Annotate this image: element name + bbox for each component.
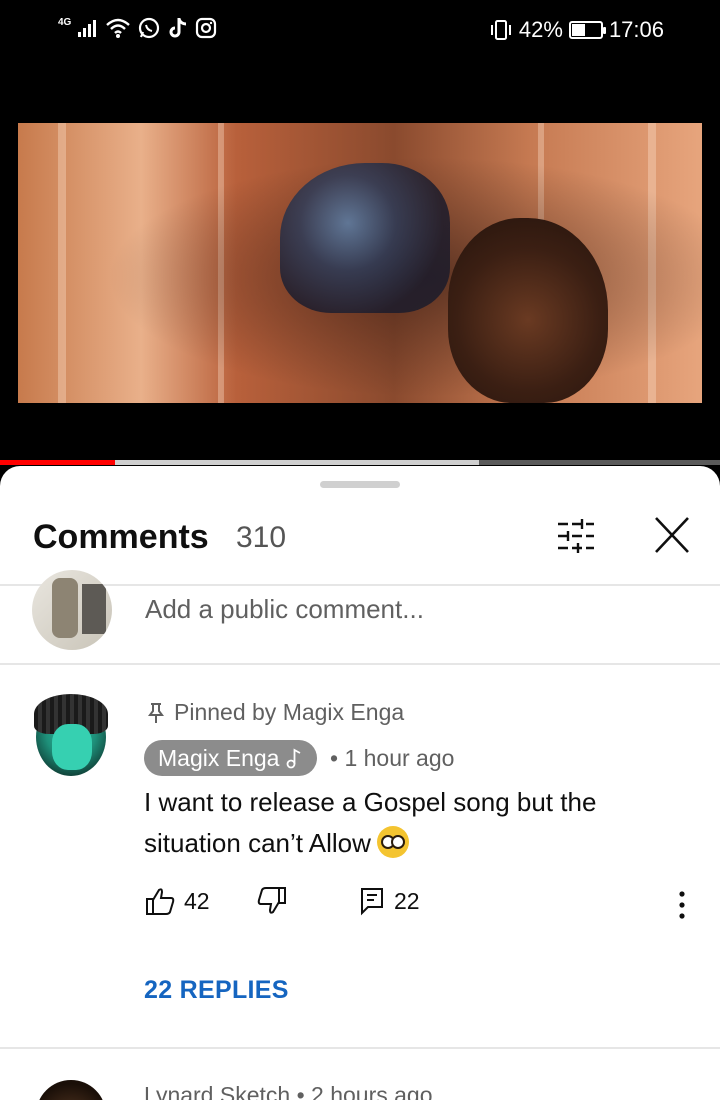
- divider: [0, 584, 720, 586]
- current-user-avatar: [32, 570, 112, 650]
- sort-filter-button[interactable]: [552, 516, 600, 556]
- thumbs-down-icon: [257, 887, 286, 914]
- comment-meta: Lynard Sketch • 2 hours ago: [144, 1082, 433, 1100]
- network-type: 4G: [58, 16, 72, 28]
- comment-author-avatar[interactable]: [34, 694, 108, 776]
- video-frame-figure: [280, 163, 450, 313]
- pin-icon: [148, 702, 164, 723]
- comment-text: I want to release a Gospel song but the …: [144, 782, 664, 864]
- video-progress-bar[interactable]: [0, 460, 720, 465]
- close-icon: [655, 517, 689, 553]
- progress-played: [0, 460, 116, 465]
- pinned-label: Pinned by Magix Enga: [148, 699, 404, 726]
- battery-percent: 42%: [518, 17, 563, 42]
- comments-sheet: Comments 310 Add a public comment... Pin…: [0, 466, 720, 1100]
- reply-comment-icon: [361, 888, 383, 916]
- author-name: Magix Enga: [158, 744, 280, 771]
- battery-icon: [568, 21, 606, 39]
- tiktok-icon: [169, 18, 187, 38]
- sliders-icon: [558, 519, 594, 553]
- comment-author-avatar[interactable]: [36, 1080, 106, 1100]
- drag-handle[interactable]: [320, 481, 400, 488]
- more-options-button[interactable]: [672, 890, 692, 920]
- video-player[interactable]: [18, 123, 702, 403]
- comments-count: 310: [236, 521, 287, 554]
- like-count: 42: [184, 887, 210, 914]
- thumbs-up-icon: [146, 888, 175, 915]
- vibrate-icon: [490, 20, 511, 40]
- instagram-icon: [196, 17, 217, 39]
- wifi-icon: [106, 18, 131, 38]
- reply-button[interactable]: 22: [358, 886, 420, 916]
- comment-actions: 42 22: [144, 886, 704, 926]
- dislike-button[interactable]: [256, 886, 288, 916]
- view-replies-link[interactable]: 22 REPLIES: [144, 976, 289, 1005]
- video-frame-person: [448, 218, 608, 403]
- comments-title: Comments: [33, 518, 209, 556]
- divider: [0, 663, 720, 665]
- whatsapp-icon: [139, 17, 160, 39]
- more-vert-icon: [679, 891, 685, 919]
- reply-count: 22: [394, 887, 420, 914]
- comment-body: I want to release a Gospel song but the …: [144, 787, 597, 858]
- divider: [0, 1047, 720, 1049]
- comment-time: • 1 hour ago: [330, 745, 455, 771]
- author-name-chip[interactable]: Magix Enga: [144, 740, 318, 776]
- like-button[interactable]: 42: [144, 886, 210, 916]
- close-button[interactable]: [648, 514, 696, 558]
- signal-icon: [78, 20, 97, 37]
- add-comment-input[interactable]: Add a public comment...: [145, 594, 424, 625]
- status-bar: 4G 42% 17:06: [0, 0, 720, 60]
- pleading-face-emoji-icon: [376, 826, 409, 859]
- clock: 17:06: [608, 17, 664, 42]
- music-note-icon: [287, 748, 301, 769]
- pinned-text: Pinned by Magix Enga: [174, 699, 405, 725]
